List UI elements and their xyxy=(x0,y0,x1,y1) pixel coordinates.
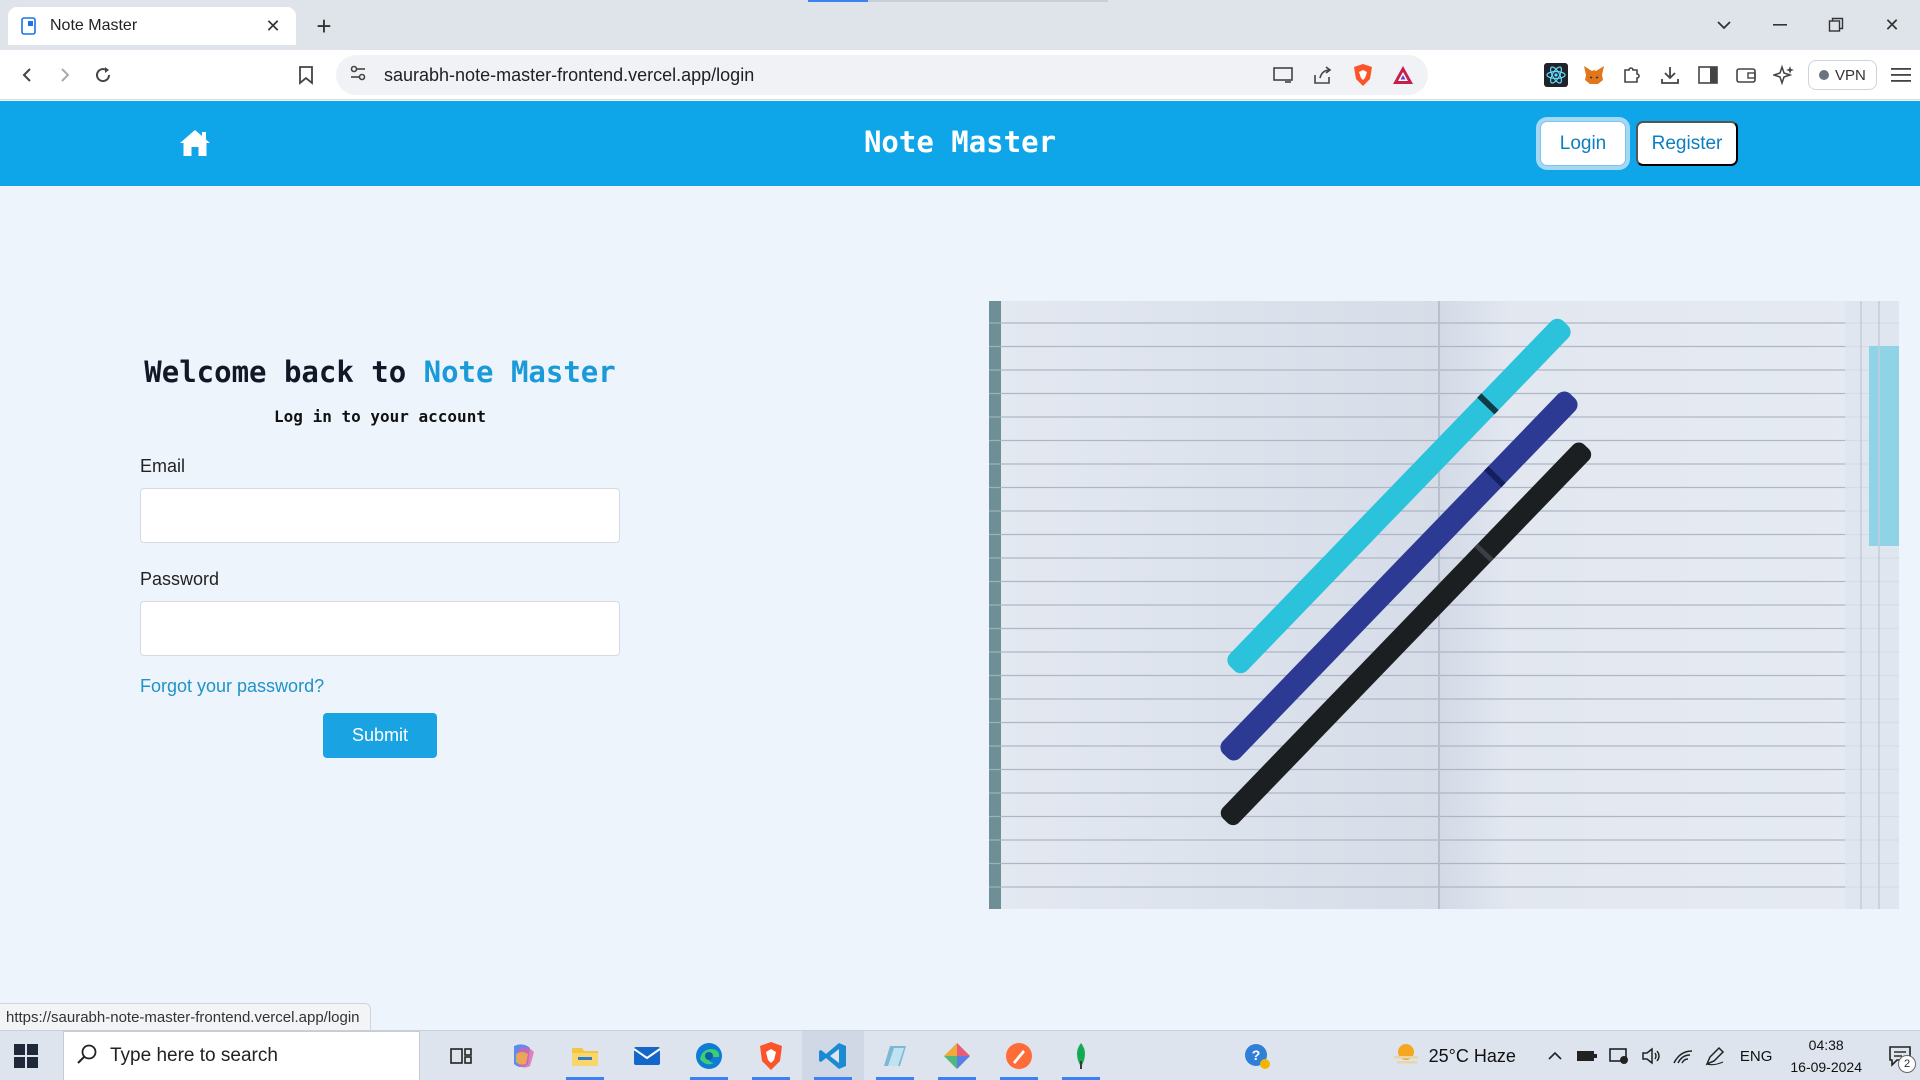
sidebar-toggle-icon[interactable] xyxy=(1694,61,1722,89)
mongodb-compass-icon[interactable] xyxy=(1050,1031,1112,1080)
browser-toolbar: saurabh-note-master-frontend.vercel.app/… xyxy=(0,50,1920,100)
mail-icon[interactable] xyxy=(616,1031,678,1080)
network-icon[interactable] xyxy=(1608,1045,1630,1067)
browser-menu-icon[interactable] xyxy=(1887,61,1915,89)
tab-search-chevron-icon[interactable] xyxy=(1696,0,1752,50)
vpn-status-dot-icon xyxy=(1819,70,1829,80)
status-bar-url: https://saurabh-note-master-frontend.ver… xyxy=(0,1003,371,1030)
notification-count-badge: 2 xyxy=(1898,1055,1916,1073)
svg-text:?: ? xyxy=(1251,1047,1260,1063)
browser-tab-note-master[interactable]: Note Master ✕ xyxy=(8,7,296,45)
search-placeholder: Type here to search xyxy=(110,1045,278,1066)
sun-haze-icon xyxy=(1391,1041,1421,1072)
vscode-icon[interactable] xyxy=(802,1031,864,1080)
tab-strip-indicator xyxy=(808,0,1108,2)
brave-browser-icon[interactable] xyxy=(740,1031,802,1080)
show-hidden-icons-chevron-icon[interactable] xyxy=(1544,1045,1566,1067)
gitkraken-icon[interactable] xyxy=(926,1031,988,1080)
help-icon[interactable]: ? xyxy=(1243,1042,1271,1070)
windows-taskbar: Type here to search ? 25°C Haze ENG 04:3… xyxy=(0,1030,1920,1080)
brave-shield-icon[interactable] xyxy=(1350,62,1376,88)
window-close-icon[interactable]: ✕ xyxy=(1864,0,1920,50)
volume-icon[interactable] xyxy=(1640,1045,1662,1067)
share-icon[interactable] xyxy=(1310,62,1336,88)
brand-title: Note Master xyxy=(863,125,1057,159)
task-view-icon[interactable] xyxy=(430,1031,492,1080)
browser-tab-bar: Note Master ✕ + ✕ xyxy=(0,0,1920,50)
metamask-fox-icon[interactable] xyxy=(1580,61,1608,89)
register-button[interactable]: Register xyxy=(1636,121,1738,166)
site-settings-icon[interactable] xyxy=(348,63,368,88)
search-icon xyxy=(76,1043,98,1070)
address-bar[interactable]: saurabh-note-master-frontend.vercel.app/… xyxy=(336,55,1428,95)
url-text[interactable]: saurabh-note-master-frontend.vercel.app/… xyxy=(384,65,1270,86)
submit-button[interactable]: Submit xyxy=(323,713,437,758)
notebook-pens-hero-image xyxy=(989,301,1899,909)
note-favicon-icon xyxy=(20,17,38,35)
welcome-heading: Welcome back to Note Master xyxy=(140,355,620,389)
tab-close-icon[interactable]: ✕ xyxy=(262,15,284,37)
bookmark-icon[interactable] xyxy=(291,60,321,90)
pen-ink-icon[interactable] xyxy=(1704,1045,1726,1067)
password-field[interactable] xyxy=(140,601,620,656)
vpn-button[interactable]: VPN xyxy=(1808,60,1877,90)
file-explorer-icon[interactable] xyxy=(554,1031,616,1080)
login-form: Welcome back to Note Master Log in to yo… xyxy=(140,355,620,758)
notification-center-icon[interactable]: 2 xyxy=(1880,1031,1920,1080)
notes-app-icon[interactable] xyxy=(864,1031,926,1080)
windows-start-icon[interactable] xyxy=(12,1042,40,1070)
postman-icon[interactable] xyxy=(988,1031,1050,1080)
new-tab-plus-icon[interactable]: + xyxy=(310,11,338,41)
leo-ai-sparkle-icon[interactable] xyxy=(1770,61,1798,89)
forward-arrow-icon[interactable] xyxy=(50,60,80,90)
restore-icon[interactable] xyxy=(1808,0,1864,50)
react-devtools-icon[interactable] xyxy=(1542,61,1570,89)
cast-icon[interactable] xyxy=(1270,62,1296,88)
copilot-icon[interactable] xyxy=(492,1031,554,1080)
wallet-icon[interactable] xyxy=(1732,61,1760,89)
minimize-icon[interactable] xyxy=(1752,0,1808,50)
email-field[interactable] xyxy=(140,488,620,543)
weather-text: 25°C Haze xyxy=(1428,1045,1516,1066)
forgot-password-link[interactable]: Forgot your password? xyxy=(140,676,324,697)
tab-title: Note Master xyxy=(50,17,138,34)
login-button[interactable]: Login xyxy=(1540,121,1626,166)
taskbar-clock[interactable]: 04:38 16-09-2024 xyxy=(1790,1034,1862,1078)
brave-rewards-icon[interactable] xyxy=(1390,62,1416,88)
edge-browser-icon[interactable] xyxy=(678,1031,740,1080)
wifi-icon[interactable] xyxy=(1672,1045,1694,1067)
login-subtitle: Log in to your account xyxy=(274,407,486,426)
site-header: Note Master Login Register xyxy=(0,101,1920,186)
email-label: Email xyxy=(140,456,186,476)
extensions-puzzle-icon[interactable] xyxy=(1618,61,1646,89)
welcome-prefix: Welcome back to xyxy=(144,355,424,389)
welcome-brand-accent: Note Master xyxy=(423,355,616,389)
weather-widget[interactable]: 25°C Haze xyxy=(1391,1041,1516,1072)
clock-date: 16-09-2024 xyxy=(1790,1059,1862,1075)
language-indicator[interactable]: ENG xyxy=(1740,1048,1773,1065)
password-label: Password xyxy=(140,569,220,589)
battery-icon[interactable] xyxy=(1576,1045,1598,1067)
clock-time: 04:38 xyxy=(1808,1037,1844,1053)
back-arrow-icon[interactable] xyxy=(12,60,42,90)
vpn-label: VPN xyxy=(1835,66,1866,84)
reload-icon[interactable] xyxy=(88,60,118,90)
download-icon[interactable] xyxy=(1656,61,1684,89)
taskbar-search-input[interactable]: Type here to search xyxy=(63,1031,420,1080)
